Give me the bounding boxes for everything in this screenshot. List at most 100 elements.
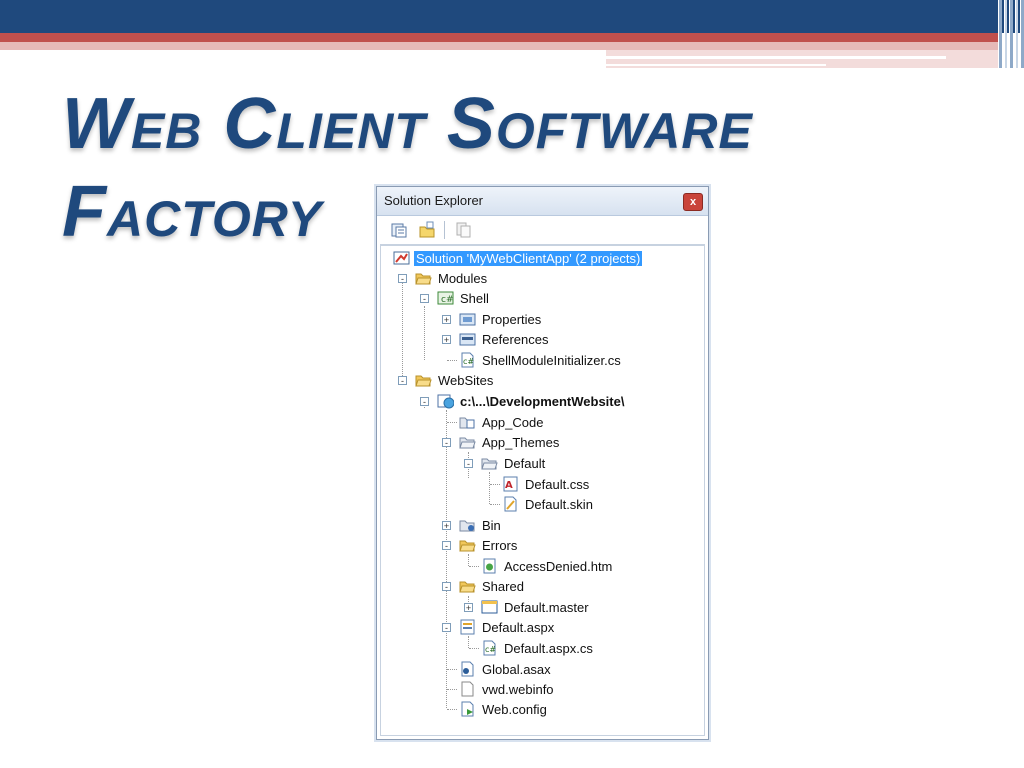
tree-line [468,554,469,566]
tree-node-default-css[interactable]: A Default.css [502,474,591,494]
tree-node-label: c:\...\DevelopmentWebsite\ [460,393,625,409]
tree-node-label: Bin [482,517,501,533]
tree-node-default-aspx[interactable]: Default.aspx [459,617,556,637]
tree-line [469,566,479,567]
svg-text:c#: c# [441,295,454,305]
themes-folder-icon [459,434,476,450]
tree-node-default-master[interactable]: Default.master [481,597,591,617]
tree-node-label: WebSites [438,372,494,388]
tree-node-label: AccessDenied.htm [504,558,613,574]
tree-node-label: Default.skin [525,496,593,512]
properties-icon[interactable] [390,221,408,239]
tree-line [424,306,425,360]
svg-text:A: A [505,480,513,491]
tree-node-web-config[interactable]: Web.config [459,699,549,719]
tree-node-default-skin[interactable]: Default.skin [502,494,595,514]
tree-node-developmentwebsite[interactable]: c:\...\DevelopmentWebsite\ [437,391,626,411]
collapse-expander[interactable]: - [442,582,451,592]
folder-open-icon [459,578,476,594]
window-title: Solution Explorer [384,193,483,208]
tree-node-label: App_Themes [482,434,560,450]
config-file-icon [459,701,476,717]
collapse-expander[interactable]: - [442,438,451,448]
toolbar-separator [444,221,445,239]
tree-line [468,636,469,648]
master-file-icon [481,599,498,615]
header-bar-blue [0,0,1024,33]
tree-node-default-aspx-cs[interactable]: c# Default.aspx.cs [481,638,595,658]
folder-open-icon [459,537,476,553]
aspx-file-icon [459,619,476,635]
tree-line [446,410,447,708]
folder-icon [481,455,498,471]
tree-node-shell[interactable]: c# Shell [437,288,491,308]
tree-node-label: Web.config [482,701,547,717]
show-all-files-icon[interactable] [418,221,436,239]
tree-node-label: ShellModuleInitializer.cs [482,352,621,368]
solution-tree: Solution 'MyWebClientApp' (2 projects) M… [380,245,705,736]
tree-node-label: Global.asax [482,661,551,677]
header-bar-red [0,33,1000,42]
tree-node-app-themes[interactable]: App_Themes [459,432,561,452]
tree-node-vwd-webinfo[interactable]: vwd.webinfo [459,679,556,699]
tree-node-websites[interactable]: WebSites [415,370,495,390]
tree-node-shellmoduleinitializer[interactable]: c# ShellModuleInitializer.cs [459,350,623,370]
tree-node-modules[interactable]: Modules [415,268,489,288]
skin-file-icon [502,496,519,512]
folder-open-icon [415,372,432,388]
properties-folder-icon [459,311,476,327]
expand-expander[interactable]: + [442,521,451,531]
header-bar-line [606,56,946,59]
tree-node-label: Errors [482,537,518,553]
tree-node-label: vwd.webinfo [482,681,554,697]
bin-folder-icon [459,517,476,533]
tree-node-app-code[interactable]: App_Code [459,412,545,432]
tree-node-solution[interactable]: Solution 'MyWebClientApp' (2 projects) [393,248,643,268]
close-icon: x [689,196,697,208]
tree-node-references[interactable]: References [459,329,550,349]
htm-file-icon [481,558,498,574]
tree-node-label: Default.master [504,599,589,615]
close-button[interactable]: x [683,193,703,211]
tree-node-shared[interactable]: Shared [459,576,526,596]
tree-line [447,689,457,690]
tree-node-label: References [482,331,549,347]
window-titlebar: Solution Explorer x [377,187,708,216]
collapse-expander[interactable]: - [442,541,451,551]
collapse-expander[interactable]: - [398,376,407,386]
tree-node-label: Default [504,455,546,471]
tree-node-bin[interactable]: Bin [459,515,503,535]
collapse-expander[interactable]: - [442,623,451,633]
tree-node-label: Default.aspx [482,619,555,635]
collapse-expander[interactable]: - [420,397,429,407]
cs-file-icon: c# [481,640,498,656]
tree-node-label: Properties [482,311,542,327]
tree-node-global-asax[interactable]: Global.asax [459,659,553,679]
tree-node-default-theme[interactable]: Default [481,453,547,473]
tree-line [469,648,479,649]
tree-node-properties[interactable]: Properties [459,309,543,329]
header-vertical-lines [998,0,1024,68]
collapse-expander[interactable]: - [398,274,407,284]
tree-node-label: Solution 'MyWebClientApp' (2 projects) [414,250,643,266]
tree-node-errors[interactable]: Errors [459,535,519,555]
tree-node-label: Default.aspx.cs [504,640,593,656]
tree-node-accessdenied[interactable]: AccessDenied.htm [481,556,614,576]
slide-title-line1: Web Client Software [62,84,753,164]
tree-node-label: Default.css [525,476,590,492]
solution-icon [393,250,410,266]
tree-line [490,504,500,505]
expand-expander[interactable]: + [442,335,451,345]
css-file-icon: A [502,476,519,492]
collapse-expander[interactable]: - [464,459,473,469]
expand-expander[interactable]: + [464,603,473,613]
website-icon [437,393,455,409]
window-toolbar [380,216,705,245]
expand-expander[interactable]: + [442,315,451,325]
references-icon [459,331,476,347]
refresh-icon[interactable] [454,221,472,239]
collapse-expander[interactable]: - [420,294,429,304]
tree-line [447,669,457,670]
cs-file-icon: c# [459,352,476,368]
app-code-folder-icon [459,414,476,430]
